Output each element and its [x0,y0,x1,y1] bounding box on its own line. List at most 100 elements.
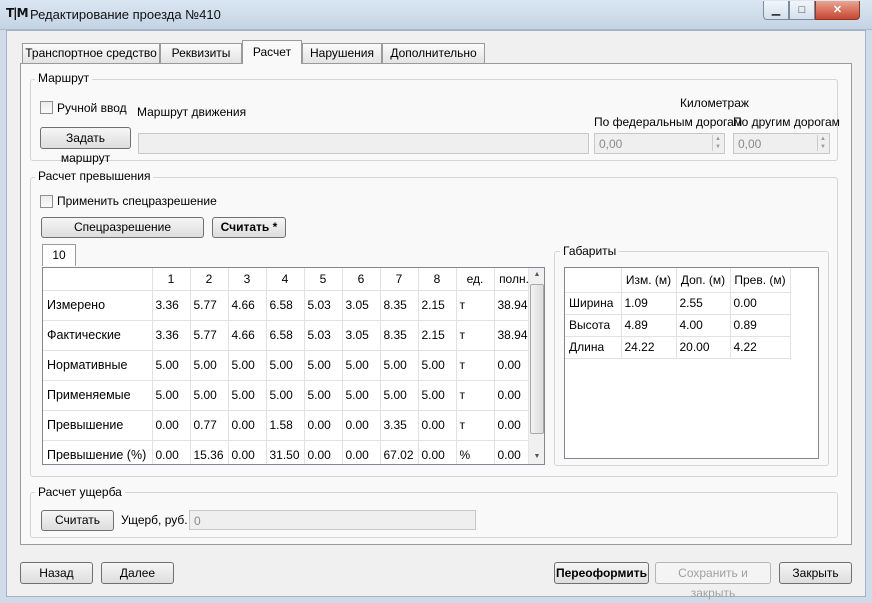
reformat-button[interactable]: Переоформить [554,562,649,584]
table-cell[interactable]: 2.15 [418,290,457,321]
table-scrollbar[interactable]: ▲ ▼ [528,268,544,464]
calculate-excess-button[interactable]: Считать * [212,217,286,238]
table-cell[interactable]: 5.77 [190,290,229,321]
apply-permit-checkbox[interactable] [40,195,53,208]
table-cell[interactable]: 6.58 [266,320,305,351]
table-cell[interactable]: 0.00 [730,292,791,315]
table-cell[interactable]: 0.00 [228,440,267,464]
table-cell[interactable]: 5.77 [190,320,229,351]
federal-km-spinbox[interactable]: 0,00 ▲ ▼ [594,133,725,154]
table-cell[interactable]: 5.00 [418,350,457,381]
table-cell[interactable]: 0.00 [152,440,191,464]
table-cell[interactable]: 4.66 [228,320,267,351]
table-cell[interactable]: 0.00 [342,440,381,464]
table-cell[interactable]: 3.36 [152,290,191,321]
damage-field[interactable]: 0 [189,510,476,530]
table-cell[interactable]: 2.55 [676,292,731,315]
table-cell[interactable]: т [456,290,495,321]
federal-km-stepper[interactable]: ▲ ▼ [712,135,723,151]
table-cell[interactable]: 3.05 [342,320,381,351]
table-cell[interactable]: 5.00 [266,380,305,411]
table-cell[interactable]: т [456,410,495,441]
row-header: Измерено [43,290,153,321]
table-cell[interactable]: 5.03 [304,320,343,351]
manual-input-checkbox[interactable] [40,101,53,114]
table-cell[interactable]: 0.89 [730,314,791,337]
table-cell[interactable]: 31.50 [266,440,305,464]
table-cell[interactable]: 3.35 [380,410,419,441]
table-corner [565,268,622,293]
table-cell[interactable]: 3.36 [152,320,191,351]
save-and-close-button: Сохранить и закрыть [655,562,771,600]
table-cell[interactable]: т [456,380,495,411]
table-cell[interactable]: 1.09 [621,292,677,315]
table-cell[interactable]: 4.66 [228,290,267,321]
table-cell[interactable]: 5.00 [304,380,343,411]
table-cell[interactable]: 5.03 [304,290,343,321]
table-cell[interactable]: 67.02 [380,440,419,464]
table-cell[interactable]: 5.00 [152,350,191,381]
route-label: Маршрут движения [137,105,247,119]
scroll-up-icon[interactable]: ▲ [529,268,544,282]
table-cell[interactable]: 0.00 [418,410,457,441]
table-cell[interactable]: 3.05 [342,290,381,321]
table-cell[interactable]: 5.00 [190,380,229,411]
table-cell[interactable]: 5.00 [342,380,381,411]
set-route-button[interactable]: Задать маршрут [40,127,131,165]
table-cell[interactable]: 5.00 [380,380,419,411]
table-cell[interactable]: % [456,440,495,464]
other-km-stepper[interactable]: ▲ ▼ [817,135,828,151]
table-cell[interactable]: 5.00 [342,350,381,381]
table-cell[interactable]: 0.00 [342,410,381,441]
table-cell[interactable]: 1.58 [266,410,305,441]
table-cell[interactable]: 8.35 [380,320,419,351]
table-cell[interactable]: 5.00 [190,350,229,381]
excess-group-label: Расчет превышения [35,169,154,183]
next-button[interactable]: Далее [101,562,174,584]
close-window-button[interactable]: ✕ [815,1,860,20]
table-cell[interactable]: 5.00 [380,350,419,381]
table-cell[interactable]: 5.00 [152,380,191,411]
table-cell[interactable]: 5.00 [228,350,267,381]
tab-violations[interactable]: Нарушения [302,43,382,63]
table-cell[interactable]: 6.58 [266,290,305,321]
table-cell[interactable]: 0.00 [152,410,191,441]
table-cell[interactable]: 5.00 [228,380,267,411]
table-cell[interactable]: 4.89 [621,314,677,337]
table-cell[interactable]: 20.00 [676,336,731,359]
tab-calculation[interactable]: Расчет [242,40,302,64]
table-cell[interactable]: 0.00 [418,440,457,464]
table-cell[interactable]: 4.00 [676,314,731,337]
maximize-button[interactable]: □ [789,1,815,20]
federal-roads-label: По федеральным дорогам [594,115,743,129]
other-km-spinbox[interactable]: 0,00 ▲ ▼ [733,133,830,154]
table-row: Длина 24.22 20.00 4.22 [565,336,791,359]
table-cell[interactable]: 4.22 [730,336,791,359]
axle-group-tab[interactable]: 10 [42,244,76,266]
table-cell[interactable]: 2.15 [418,320,457,351]
calculate-damage-button[interactable]: Считать [41,510,114,531]
close-button[interactable]: Закрыть [779,562,852,584]
tab-requisites[interactable]: Реквизиты [160,43,242,63]
tab-additional[interactable]: Дополнительно [382,43,485,63]
table-cell[interactable]: 8.35 [380,290,419,321]
table-cell[interactable]: 15.36 [190,440,229,464]
special-permit-button[interactable]: Спецразрешение [41,217,204,238]
table-cell[interactable]: т [456,350,495,381]
tab-vehicle[interactable]: Транспортное средство [22,43,160,63]
scroll-down-icon[interactable]: ▼ [529,450,544,464]
back-button[interactable]: Назад [20,562,93,584]
table-cell[interactable]: 0.00 [228,410,267,441]
scrollbar-thumb[interactable] [530,284,544,434]
table-cell[interactable]: т [456,320,495,351]
table-cell[interactable]: 0.00 [304,440,343,464]
row-header: Применяемые [43,380,153,411]
table-cell[interactable]: 0.77 [190,410,229,441]
table-cell[interactable]: 5.00 [304,350,343,381]
table-cell[interactable]: 0.00 [304,410,343,441]
route-field[interactable] [138,133,589,154]
minimize-button[interactable]: ▁ [763,1,789,20]
table-cell[interactable]: 24.22 [621,336,677,359]
table-cell[interactable]: 5.00 [266,350,305,381]
table-cell[interactable]: 5.00 [418,380,457,411]
